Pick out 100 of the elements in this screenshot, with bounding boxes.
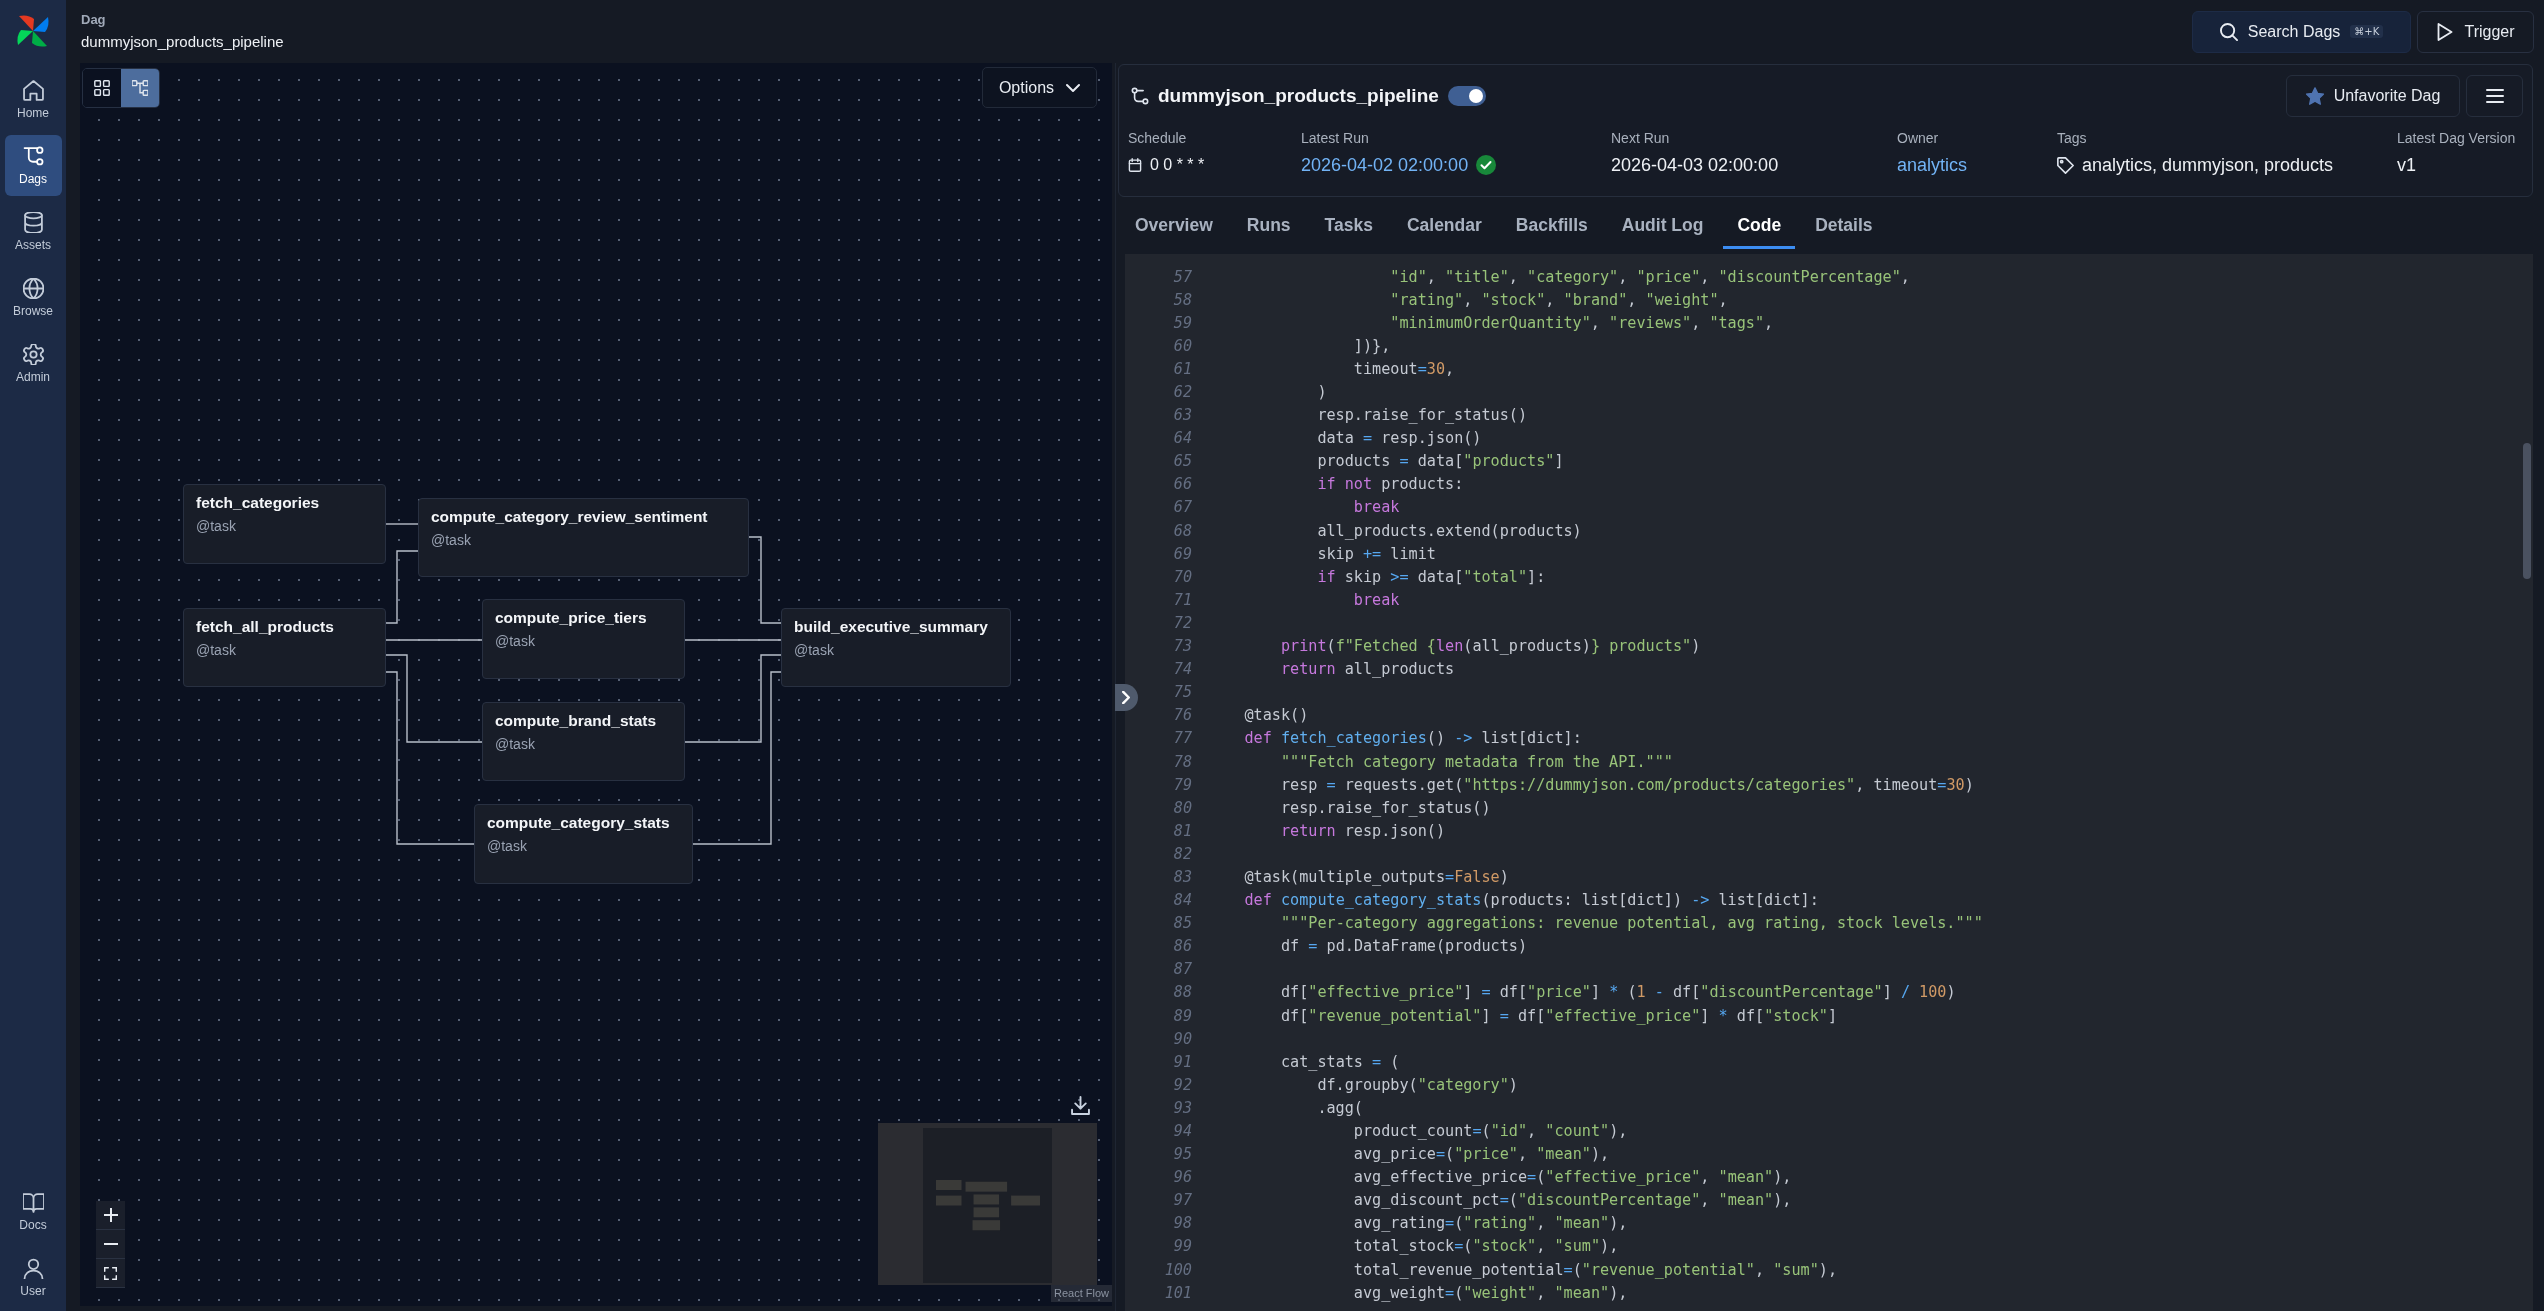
detail-label: Latest Dag Version <box>2397 129 2516 147</box>
line-number: 64 <box>1173 429 1192 448</box>
task-type: @task <box>196 641 236 659</box>
code-line: break <box>1353 590 1400 609</box>
line-number: 84 <box>1173 891 1192 910</box>
fit-view-button[interactable] <box>96 1259 125 1288</box>
plus-icon <box>103 1208 118 1222</box>
line-number: 78 <box>1173 752 1192 771</box>
code-line: total_revenue_potential=("revenue_potential", "sum"), <box>1353 1260 1837 1279</box>
download-icon[interactable] <box>1071 1096 1090 1115</box>
code-line: @task() <box>1244 706 1309 725</box>
pinwheel-icon[interactable] <box>16 14 50 48</box>
sidebar-item[interactable]: Dags <box>4 135 62 196</box>
minus-icon <box>103 1243 118 1245</box>
code-line: product_count=("id", "count"), <box>1353 1122 1628 1140</box>
code-line: ])}, <box>1353 336 1391 355</box>
line-number: 79 <box>1173 775 1192 794</box>
task-node[interactable]: compute_brand_stats @task <box>482 702 685 781</box>
line-number: 89 <box>1173 1006 1192 1025</box>
menu-button[interactable] <box>2466 75 2523 117</box>
task-type: @task <box>794 641 834 659</box>
line-number: 95 <box>1173 1145 1192 1164</box>
sidebar-item[interactable]: Assets <box>4 201 62 262</box>
task-type: @task <box>495 735 535 753</box>
line-number: 90 <box>1173 1029 1192 1048</box>
line-number: 92 <box>1173 1075 1192 1094</box>
task-node[interactable]: compute_category_stats @task <box>474 804 693 884</box>
tab[interactable]: Calendar <box>1392 205 1496 249</box>
line-number: 97 <box>1173 1191 1192 1210</box>
code-line: """Per-category aggregations: revenue potential, avg rating, stock levels.""" <box>1280 914 1983 933</box>
tab[interactable]: Runs <box>1232 205 1305 249</box>
code-line: all_products.extend(products) <box>1317 521 1582 540</box>
branch-icon <box>22 145 44 167</box>
code-line: avg_weight=("weight", "mean"), <box>1353 1283 1628 1302</box>
scrollbar-thumb[interactable] <box>2523 443 2531 579</box>
sidebar-item[interactable]: Admin <box>4 333 62 394</box>
toggle-switch[interactable] <box>1447 86 1486 106</box>
line-number: 81 <box>1173 821 1192 840</box>
line-number: 74 <box>1173 660 1192 679</box>
line-number: 88 <box>1173 983 1192 1002</box>
task-node[interactable]: fetch_all_products @task <box>183 608 386 687</box>
line-number: 98 <box>1173 1214 1192 1233</box>
book-icon <box>22 1192 44 1213</box>
breadcrumb-label: Dag <box>81 10 106 29</box>
sidebar-item[interactable]: Home <box>4 69 62 130</box>
code-line: .agg( <box>1317 1098 1363 1117</box>
grid-view-button[interactable] <box>83 69 121 107</box>
code-line: if skip >= data["total"]: <box>1317 567 1546 586</box>
tab[interactable]: Audit Log <box>1607 205 1718 249</box>
trigger-button[interactable]: Trigger <box>2417 10 2534 53</box>
attribution-link[interactable]: React Flow <box>1050 1285 1112 1302</box>
detail-value: 2026-04-03 02:00:00 <box>1611 154 1779 176</box>
task-node[interactable]: compute_category_review_sentiment @task <box>418 498 749 577</box>
code-line: avg_discount_pct=("discountPercentage", "mean"), <box>1353 1191 1792 1210</box>
task-node[interactable]: fetch_categories @task <box>183 484 386 564</box>
detail-label: Owner <box>1897 129 1939 147</box>
line-number: 87 <box>1173 960 1192 979</box>
run-link[interactable]: 2026-04-02 02:00:00 <box>1301 154 1469 176</box>
code-line: return all_products <box>1280 660 1455 679</box>
tab[interactable]: Details <box>1801 205 1887 249</box>
code-line: df.groupby("category") <box>1317 1075 1518 1094</box>
line-number: 57 <box>1173 267 1192 286</box>
tab[interactable]: Tasks <box>1310 205 1387 249</box>
code-line: """Fetch category metadata from the API.""" <box>1280 752 1673 771</box>
graph-view-button[interactable] <box>121 69 159 107</box>
code-line: def fetch_categories() -> list[dict]: <box>1244 729 1582 748</box>
options-button[interactable]: Options <box>982 67 1097 108</box>
sidebar-item[interactable]: User <box>4 1249 62 1307</box>
branch-icon <box>1131 87 1149 105</box>
code-line: return resp.json() <box>1280 821 1446 840</box>
code-line: def compute_category_stats(products: list[dict]) -> list[dict]: <box>1244 891 1819 910</box>
detail-value: v1 <box>2397 154 2416 176</box>
line-number: 59 <box>1173 313 1192 332</box>
line-number: 77 <box>1173 729 1192 748</box>
favorite-button[interactable]: Unfavorite Dag <box>2286 75 2460 117</box>
globe-icon <box>22 277 44 299</box>
sidebar-item[interactable]: Browse <box>4 267 62 328</box>
code-line: "rating", "stock", "brand", "weight", <box>1390 290 1728 309</box>
code-line: "minimumOrderQuantity", "reviews", "tags", <box>1390 313 1774 332</box>
owner-link[interactable]: analytics <box>1897 154 1968 176</box>
code-line: @task(multiple_outputs=False) <box>1244 868 1509 886</box>
search-button[interactable]: Search Dags ⌘+K <box>2192 10 2411 53</box>
zoom-out-button[interactable] <box>96 1230 125 1259</box>
zoom-in-button[interactable] <box>96 1201 125 1230</box>
code-line: total_stock=("stock", "sum"), <box>1353 1237 1619 1256</box>
tab[interactable]: Backfills <box>1501 205 1602 249</box>
search-icon <box>2219 22 2238 41</box>
code-line: df["revenue_potential"] = df["effective_price"] * df["stock"] <box>1280 1006 1838 1025</box>
tab[interactable]: Overview <box>1121 205 1227 249</box>
detail-label: Next Run <box>1611 129 1670 147</box>
detail-label: Tags <box>2057 129 2087 147</box>
gear-icon <box>22 343 44 365</box>
code-line: df["effective_price"] = df["price"] * (1 - df["discountPercentage"] / 100) <box>1280 983 1956 1002</box>
detail-label: Schedule <box>1128 129 1187 147</box>
sidebar-item[interactable]: Docs <box>4 1183 62 1241</box>
code-line: resp = requests.get("https://dummyjson.com/products/categories", timeout=30) <box>1280 775 1974 794</box>
tab[interactable]: Code <box>1723 205 1796 249</box>
task-node[interactable]: build_executive_summary @task <box>781 608 1011 687</box>
line-number: 101 <box>1164 1283 1192 1302</box>
task-node[interactable]: compute_price_tiers @task <box>482 599 685 679</box>
